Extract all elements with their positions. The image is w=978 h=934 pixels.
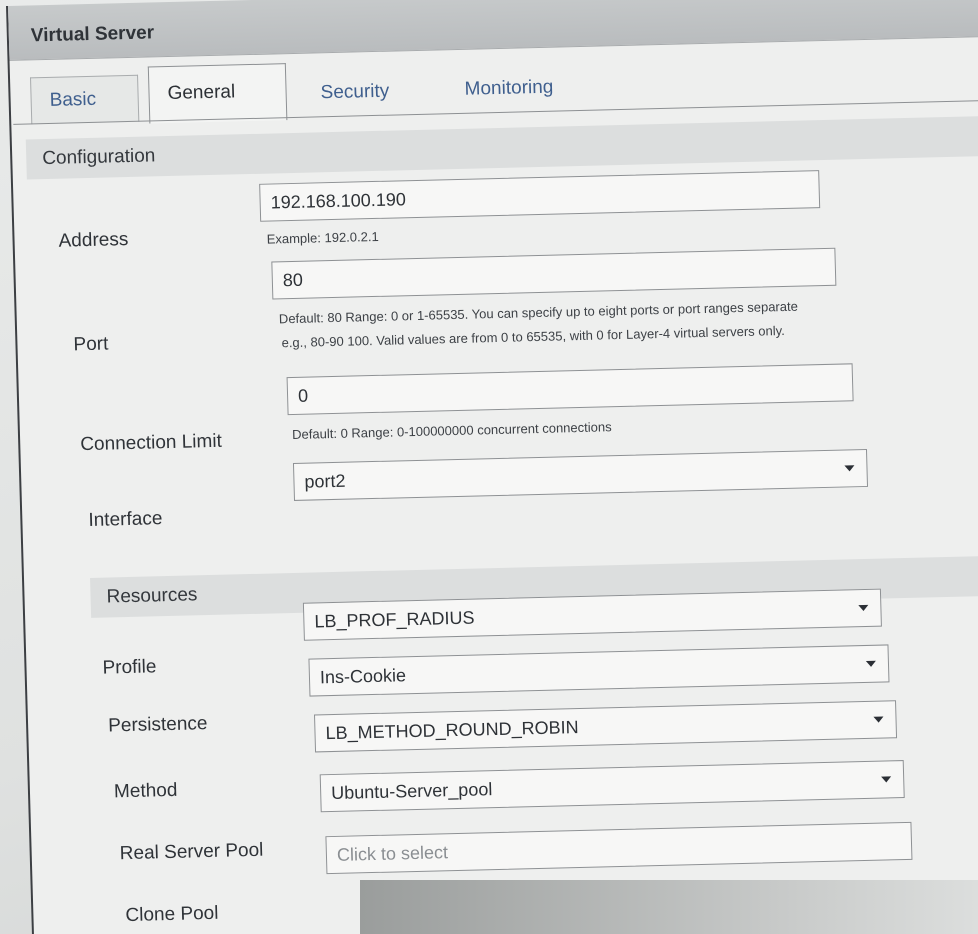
address-label: Address bbox=[58, 229, 129, 252]
port-hint-line2: e.g., 80-90 100. Valid values are from 0… bbox=[281, 322, 785, 351]
chevron-down-icon bbox=[858, 604, 869, 612]
real-server-pool-label: Real Server Pool bbox=[119, 839, 264, 865]
connection-limit-hint: Default: 0 Range: 0-100000000 concurrent… bbox=[291, 419, 612, 443]
profile-value: LB_PROF_RADIUS bbox=[314, 607, 475, 632]
port-input[interactable]: 80 bbox=[271, 247, 837, 300]
clone-pool-select[interactable]: Click to select bbox=[325, 821, 913, 875]
interface-value: port2 bbox=[304, 470, 346, 492]
photo-shadow bbox=[360, 880, 978, 934]
address-input[interactable]: 192.168.100.190 bbox=[259, 170, 821, 222]
connection-limit-input[interactable]: 0 bbox=[286, 363, 854, 416]
interface-select[interactable]: port2 bbox=[292, 448, 869, 501]
clone-pool-label: Clone Pool bbox=[125, 902, 219, 927]
method-value: LB_METHOD_ROUND_ROBIN bbox=[325, 717, 579, 744]
chevron-down-icon bbox=[865, 660, 877, 667]
tab-security[interactable]: Security bbox=[302, 68, 408, 117]
port-hint-line1: Default: 80 Range: 0 or 1-65535. You can… bbox=[278, 298, 799, 327]
real-server-pool-select[interactable]: Ubuntu-Server_pool bbox=[319, 760, 905, 813]
tab-general[interactable]: General bbox=[147, 63, 288, 124]
port-label: Port bbox=[73, 333, 109, 356]
connection-limit-label: Connection Limit bbox=[80, 430, 223, 456]
persistence-label: Persistence bbox=[107, 713, 208, 737]
persistence-value: Ins-Cookie bbox=[319, 665, 407, 688]
configuration-heading: Configuration bbox=[25, 115, 978, 180]
address-hint: Example: 192.0.2.1 bbox=[266, 228, 379, 247]
persistence-select[interactable]: Ins-Cookie bbox=[308, 644, 890, 697]
window-title: Virtual Server bbox=[30, 22, 155, 47]
method-select[interactable]: LB_METHOD_ROUND_ROBIN bbox=[313, 700, 898, 753]
tab-monitoring[interactable]: Monitoring bbox=[446, 64, 572, 113]
chevron-down-icon bbox=[873, 716, 884, 723]
method-label: Method bbox=[113, 779, 178, 803]
photo-stage: Virtual Server Basic General Security Mo… bbox=[0, 0, 978, 934]
tab-basic[interactable]: Basic bbox=[30, 74, 140, 125]
virtual-server-dialog: Virtual Server Basic General Security Mo… bbox=[6, 0, 978, 934]
profile-label: Profile bbox=[102, 656, 157, 679]
real-server-pool-value: Ubuntu-Server_pool bbox=[330, 779, 493, 804]
chevron-down-icon bbox=[844, 465, 855, 472]
chevron-down-icon bbox=[881, 776, 892, 783]
interface-label: Interface bbox=[88, 508, 163, 531]
